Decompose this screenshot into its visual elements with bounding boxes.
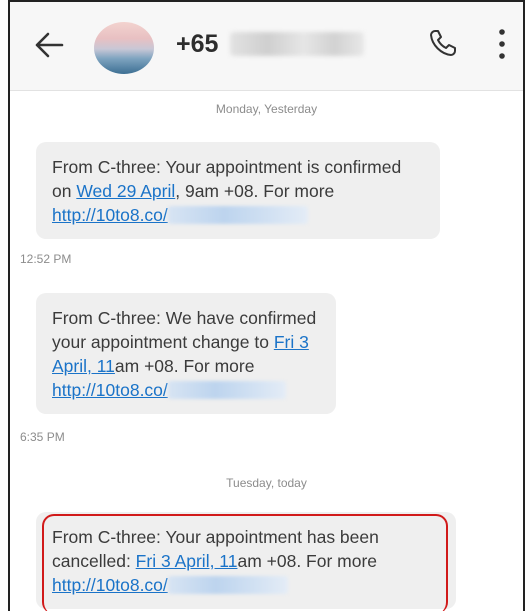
message-time: 6:35 PM bbox=[20, 430, 65, 444]
phone-icon[interactable] bbox=[428, 28, 458, 58]
arrow-left-icon[interactable] bbox=[32, 28, 66, 62]
redacted-url bbox=[167, 381, 286, 399]
contact-avatar[interactable] bbox=[94, 22, 154, 74]
url-link[interactable]: http://10to8.co/ bbox=[52, 380, 168, 400]
message-bubble[interactable]: From C-three: We have confirmed your app… bbox=[36, 293, 336, 414]
redacted-number bbox=[230, 32, 364, 56]
date-separator: Tuesday, today bbox=[226, 476, 307, 490]
conversation-header: +65 bbox=[10, 2, 523, 91]
contact-number[interactable]: +65 bbox=[176, 30, 218, 59]
date-separator: Monday, Yesterday bbox=[215, 102, 318, 116]
more-vertical-icon[interactable] bbox=[492, 26, 512, 62]
message-time: 12:52 PM bbox=[20, 252, 72, 266]
url-link[interactable]: http://10to8.co/ bbox=[52, 205, 168, 225]
highlight-annotation bbox=[42, 514, 448, 611]
redacted-url bbox=[167, 206, 308, 224]
phone-screen: +65 Monday, Yesterday From C-three: Your… bbox=[8, 0, 525, 611]
message-bubble[interactable]: From C-three: Your appointment is confir… bbox=[36, 142, 440, 239]
date-link[interactable]: Wed 29 April bbox=[76, 181, 175, 201]
